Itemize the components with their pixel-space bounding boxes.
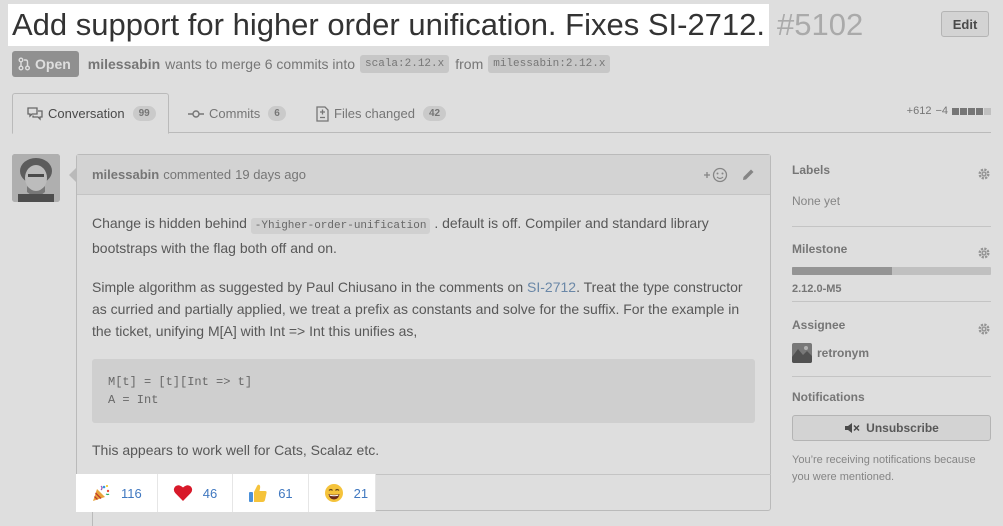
tab-count: 42 <box>422 106 447 121</box>
tab-label: Conversation <box>48 106 125 121</box>
sidebar: Labels None yet Milestone 2.12.0-M5 Assi… <box>792 160 991 486</box>
milestone-name[interactable]: 2.12.0-M5 <box>792 283 991 295</box>
comment: milessabin commented 19 days ago Change … <box>69 154 771 511</box>
pr-number: #5102 <box>777 7 864 42</box>
inline-code: -Yhigher-order-unification <box>250 218 431 234</box>
comment-discussion-icon <box>27 106 43 121</box>
heart-icon <box>173 484 193 502</box>
pr-tabs: Conversation 99 Commits 6 Files changed … <box>12 93 991 134</box>
pr-meta: Open milessabin wants to merge 6 commits… <box>12 51 616 77</box>
reaction-count: 21 <box>353 485 369 501</box>
code-line: M[t] = [t][Int => t] <box>108 375 253 389</box>
comment-time[interactable]: 19 days ago <box>235 167 306 182</box>
state-label: Open <box>35 56 71 72</box>
mute-icon <box>844 422 860 434</box>
notifications-reason: You’re receiving notifications because y… <box>792 454 976 483</box>
comment-header: milessabin commented 19 days ago <box>77 155 770 195</box>
base-branch[interactable]: scala:2.12.x <box>360 55 450 73</box>
from-text: from <box>455 56 484 72</box>
reaction-tada[interactable]: 116 <box>76 474 158 512</box>
tab-count: 6 <box>268 106 286 121</box>
diffstat-blocks <box>952 107 991 115</box>
issue-link[interactable]: SI-2712 <box>527 279 576 295</box>
comment-action: commented <box>163 167 232 182</box>
milestone-progress-fill <box>792 267 892 275</box>
gear-icon[interactable] <box>977 167 991 181</box>
tab-files-changed[interactable]: Files changed 42 <box>302 93 460 134</box>
code-line: A = Int <box>108 393 159 407</box>
comment-paragraph: Change is hidden behind -Yhigher-order-u… <box>92 212 755 259</box>
diffstat-block <box>952 107 959 115</box>
notifications-heading: Notifications <box>792 390 865 404</box>
diffstat-block <box>968 107 975 115</box>
assignee[interactable]: retronym <box>792 343 991 363</box>
comment-body: Change is hidden behind -Yhigher-order-u… <box>77 195 770 461</box>
git-commit-icon <box>188 108 204 120</box>
timeline-line <box>92 511 93 526</box>
pull-request-page: Open milessabin wants to merge 6 commits… <box>0 0 1003 526</box>
smile-icon <box>324 483 344 503</box>
reactions-row-border <box>376 474 771 511</box>
state-badge: Open <box>12 51 79 77</box>
pr-title-row: Add support for higher order unification… <box>8 3 863 47</box>
head-branch[interactable]: milessabin:2.12.x <box>488 55 611 73</box>
gear-icon[interactable] <box>977 322 991 336</box>
add-reaction-icon[interactable] <box>703 167 729 183</box>
labels-value: None yet <box>792 194 841 208</box>
labels-heading: Labels <box>792 163 831 177</box>
unsubscribe-button[interactable]: Unsubscribe <box>792 415 991 441</box>
author-avatar[interactable] <box>12 154 60 202</box>
tada-icon <box>91 483 111 503</box>
diffstat: +612 −4 <box>907 105 991 117</box>
assignee-name: retronym <box>817 346 870 360</box>
reaction-count: 46 <box>202 485 218 501</box>
pencil-icon[interactable] <box>741 168 755 182</box>
edit-button[interactable]: Edit <box>941 11 989 37</box>
reaction-count: 61 <box>278 485 293 501</box>
unsubscribe-label: Unsubscribe <box>866 421 939 435</box>
milestone-progress-bar <box>792 267 991 275</box>
assignee-heading: Assignee <box>792 318 846 332</box>
reactions-bar: 116 46 61 21 <box>76 474 376 512</box>
diffstat-block <box>976 107 983 115</box>
comment-author[interactable]: milessabin <box>92 167 159 182</box>
comment-paragraph: This appears to work well for Cats, Scal… <box>92 442 380 458</box>
milestone-heading: Milestone <box>792 242 848 256</box>
reaction-smile[interactable]: 21 <box>309 474 383 512</box>
reaction-thumbsup[interactable]: 61 <box>233 474 309 512</box>
text-span: Simple algorithm as suggested by Paul Ch… <box>92 279 524 295</box>
merge-text: wants to merge 6 commits into <box>165 56 356 72</box>
reaction-heart[interactable]: 46 <box>158 474 234 512</box>
diffstat-block <box>984 107 991 115</box>
tab-conversation[interactable]: Conversation 99 <box>12 93 169 134</box>
page-title: Add support for higher order unification… <box>8 4 770 46</box>
tab-count: 99 <box>132 106 156 121</box>
pr-author-link[interactable]: milessabin <box>88 56 160 72</box>
tab-label: Files changed <box>334 106 415 121</box>
comment-paragraph: Simple algorithm as suggested by Paul Ch… <box>92 276 755 342</box>
thumbsup-icon <box>248 483 268 503</box>
assignee-section: Assignee retronym <box>792 302 991 377</box>
notifications-section: Notifications Unsubscribe You’re receivi… <box>792 377 991 486</box>
tab-commits[interactable]: Commits 6 <box>174 93 300 134</box>
assignee-avatar <box>792 343 812 363</box>
gear-icon[interactable] <box>977 246 991 260</box>
diffstat-additions: +612 <box>906 105 932 117</box>
diffstat-deletions: −4 <box>935 105 948 117</box>
reaction-count: 116 <box>121 485 142 501</box>
labels-section: Labels None yet <box>792 160 991 227</box>
diffstat-block <box>960 107 967 115</box>
tab-label: Commits <box>209 106 261 121</box>
text-span: Change is hidden behind <box>92 215 247 231</box>
git-pull-request-icon <box>18 57 30 71</box>
code-block: M[t] = [t][Int => t] A = Int <box>92 359 755 423</box>
diff-icon <box>316 105 329 122</box>
comment-actions <box>703 167 755 183</box>
milestone-section: Milestone 2.12.0-M5 <box>792 227 991 302</box>
